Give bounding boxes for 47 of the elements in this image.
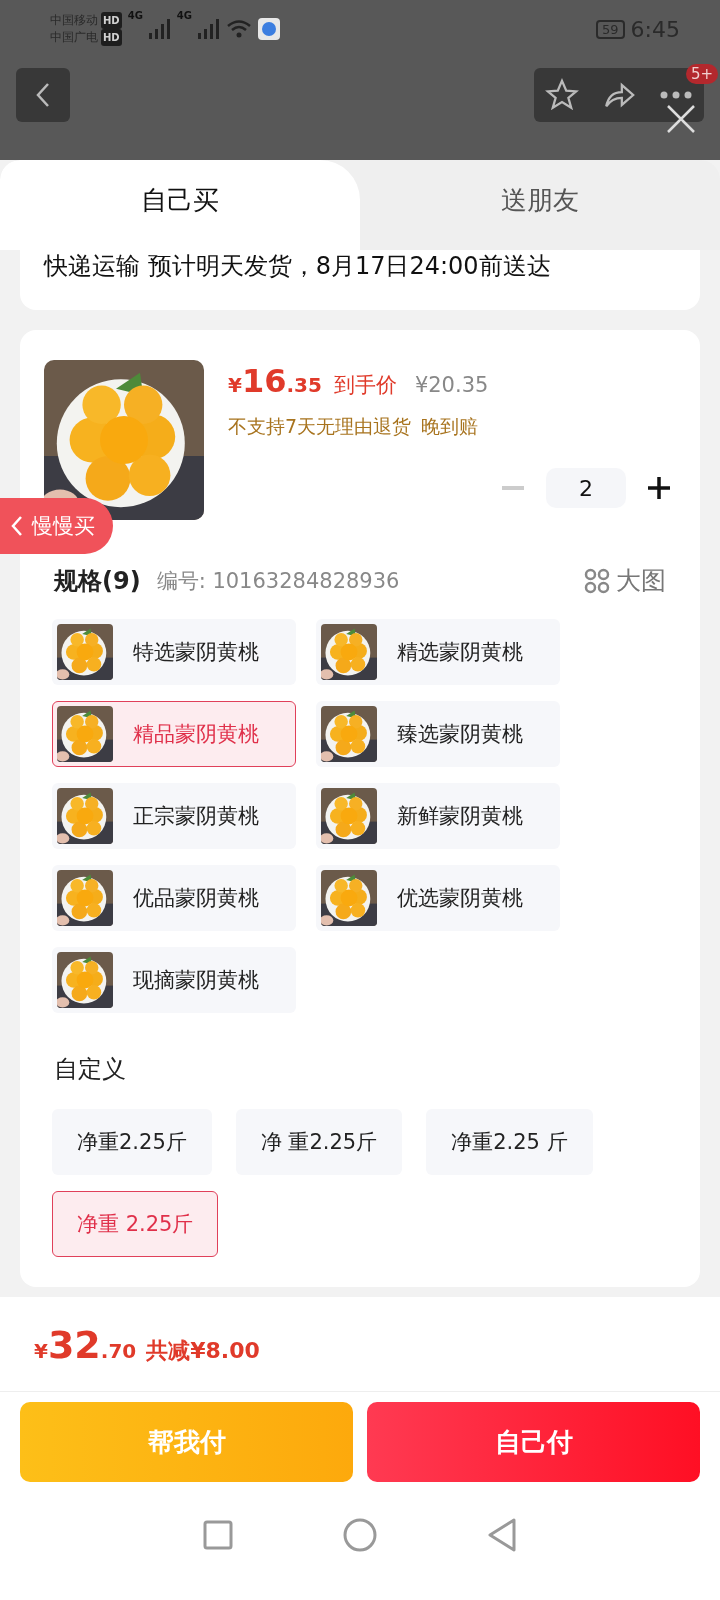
network-type: 4G <box>127 10 143 21</box>
hd-badge: HD <box>101 12 122 29</box>
more-icon[interactable] <box>658 90 693 100</box>
spec-option[interactable]: 臻选蒙阴黄桃 <box>316 701 560 767</box>
service-note: 不支持7天无理由退货 <box>228 414 412 439</box>
notification-badge: 5+ <box>685 64 718 84</box>
spec-title: 规格(9) <box>54 565 141 597</box>
final-price: ¥16.35 <box>228 362 322 400</box>
big-image-button[interactable]: 大图 <box>584 564 676 597</box>
original-price: ¥20.35 <box>414 373 489 397</box>
back-button[interactable] <box>16 68 70 122</box>
tab[interactable]: 自己买 <box>0 160 360 250</box>
custom-title: 自定义 <box>53 1054 127 1085</box>
spec-option[interactable]: 优品蒙阴黄桃 <box>52 865 296 931</box>
spec-option[interactable]: 新鲜蒙阴黄桃 <box>316 783 560 849</box>
close-button[interactable] <box>666 104 696 134</box>
total-price: ¥32.70 <box>34 1323 137 1367</box>
hd-badge: HD <box>101 29 122 46</box>
network-type: 4G <box>176 10 192 21</box>
grid-icon <box>584 567 610 594</box>
discount-total: 共减¥8.00 <box>146 1337 260 1365</box>
chevron-left-icon <box>10 515 24 537</box>
weight-option[interactable]: 净重 2.25斤 <box>52 1191 219 1257</box>
back-icon[interactable] <box>487 1518 517 1552</box>
signal-icon <box>148 19 171 39</box>
home-icon[interactable] <box>343 1518 377 1552</box>
pay-button[interactable]: 自己付 <box>367 1402 700 1482</box>
star-icon[interactable] <box>545 78 580 112</box>
wifi-icon <box>226 19 252 39</box>
weight-option[interactable]: 净 重2.25斤 <box>235 1109 403 1175</box>
app-icon <box>258 18 280 40</box>
product-code: 编号: 10163284828936 <box>156 567 400 595</box>
spec-option[interactable]: 特选蒙阴黄桃 <box>52 619 296 685</box>
delivery-info: 快递运输 预计明天发货，8月17日24:00前送达 <box>44 252 551 280</box>
recent-apps-icon[interactable] <box>203 1520 233 1550</box>
service-note: 晚到赔 <box>421 414 479 439</box>
price-label: 到手价 <box>333 372 397 399</box>
plus-icon[interactable] <box>648 477 670 499</box>
weight-option[interactable]: 净重2.25 斤 <box>426 1109 593 1175</box>
spec-option[interactable]: 优选蒙阴黄桃 <box>316 865 560 931</box>
spec-option[interactable]: 精品蒙阴黄桃 <box>52 701 296 767</box>
spec-option[interactable]: 正宗蒙阴黄桃 <box>52 783 296 849</box>
signal-icon <box>198 19 220 39</box>
spec-option[interactable]: 精选蒙阴黄桃 <box>316 619 560 685</box>
spec-option[interactable]: 现摘蒙阴黄桃 <box>52 947 296 1013</box>
quantity-field[interactable]: 2 <box>546 468 626 508</box>
weight-option[interactable]: 净重2.25斤 <box>52 1109 212 1175</box>
